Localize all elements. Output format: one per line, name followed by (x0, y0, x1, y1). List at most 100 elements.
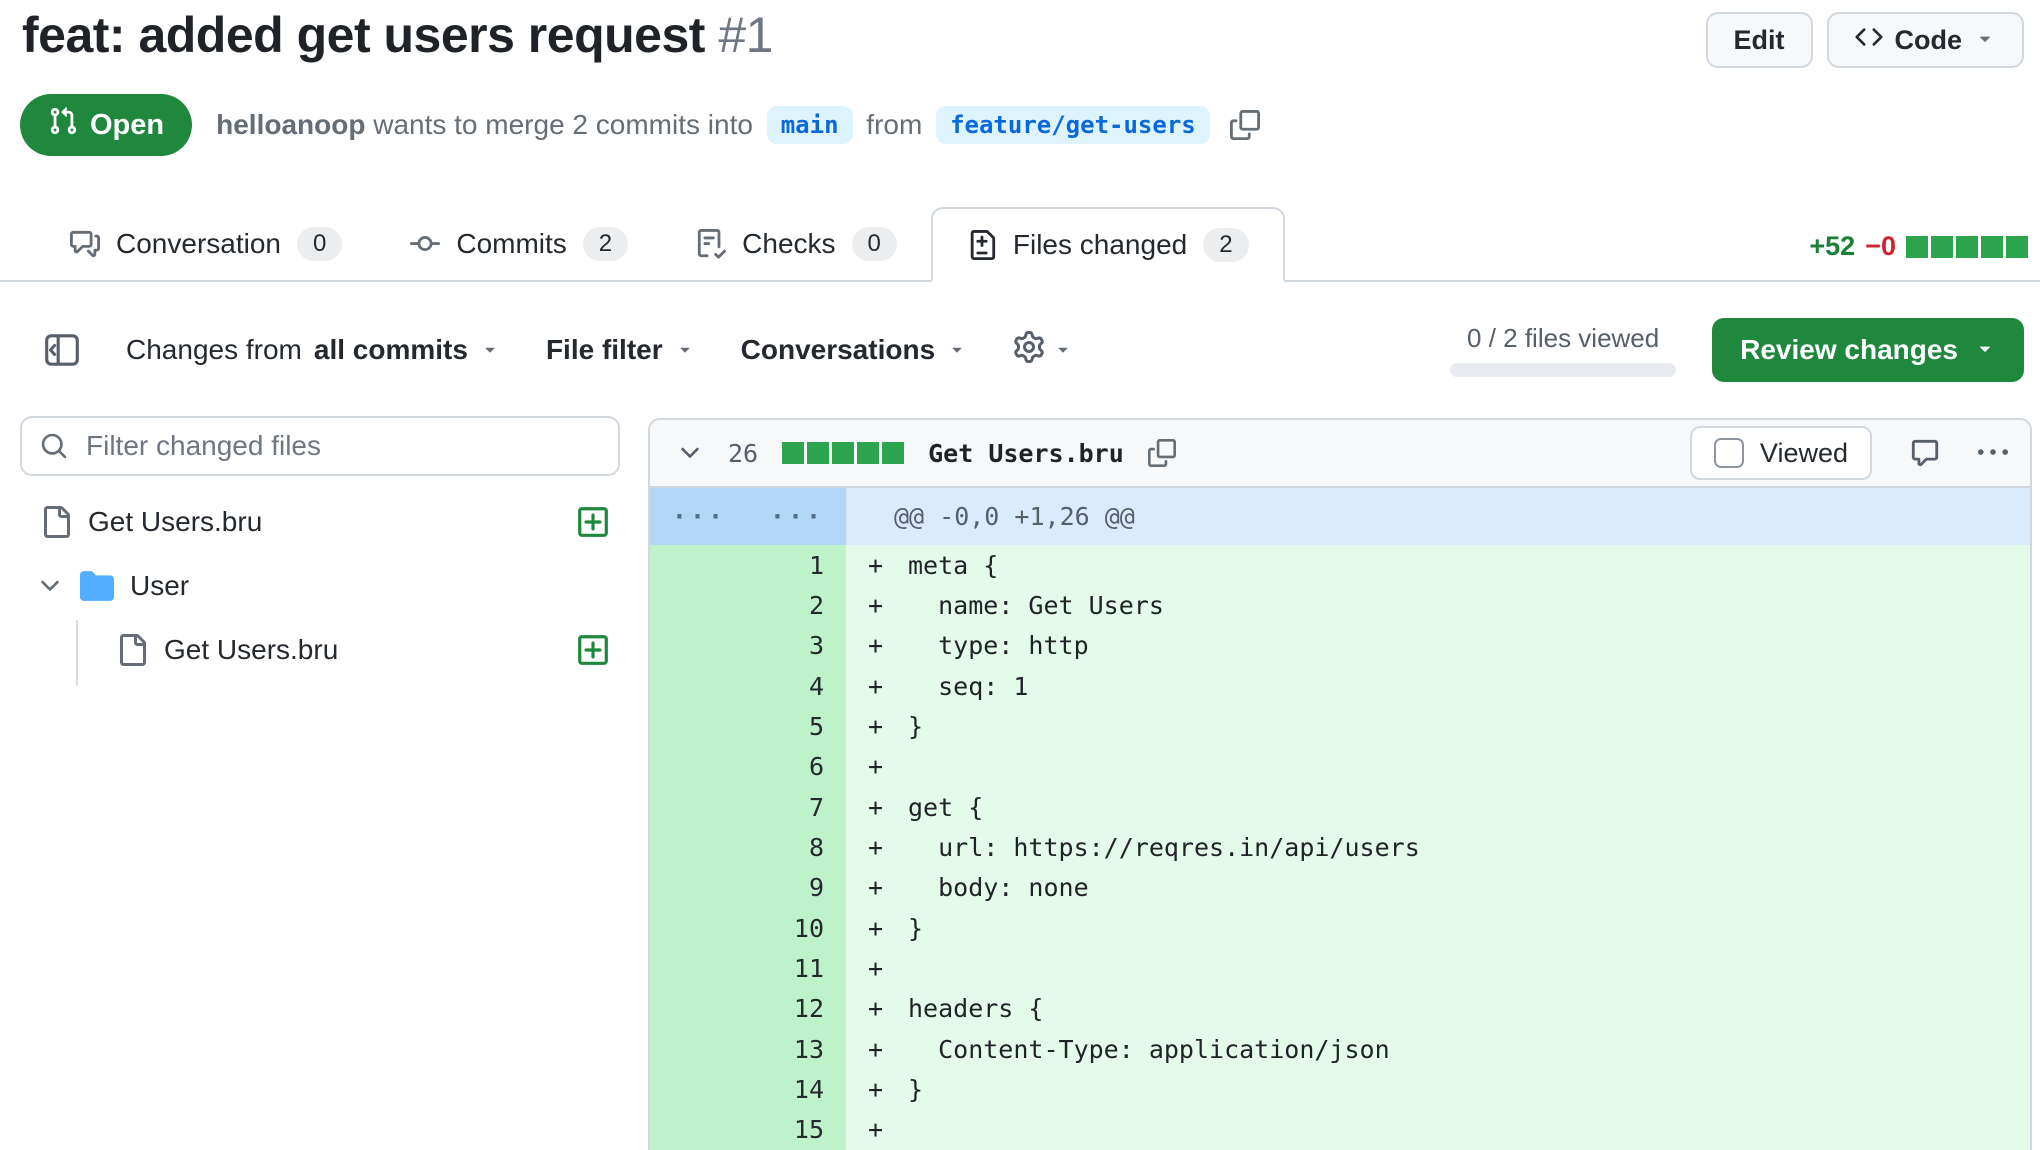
file-tree-sidebar: Get Users.bruUserGet Users.bru (20, 416, 620, 682)
line-code: +meta { (846, 545, 2030, 585)
copy-branch-button[interactable] (1230, 110, 1260, 140)
viewed-toggle-button[interactable]: Viewed (1690, 426, 1872, 480)
line-number[interactable]: 12 (650, 989, 846, 1029)
tab-files-changed[interactable]: Files changed 2 (931, 207, 1285, 282)
file-name-link[interactable]: Get Users.bru (928, 439, 1124, 468)
line-number[interactable]: 13 (650, 1029, 846, 1069)
files-viewed-progress-bar (1450, 363, 1676, 377)
tab-commits[interactable]: Commits2 (376, 207, 662, 280)
file-tree: Get Users.bruUserGet Users.bru (20, 490, 620, 682)
line-number[interactable]: 6 (650, 747, 846, 787)
diff-settings-dropdown[interactable] (1013, 331, 1073, 370)
tab-label: Files changed (1013, 229, 1187, 261)
line-number[interactable]: 2 (650, 585, 846, 625)
chevron-down-icon (1053, 334, 1073, 366)
line-code: + seq: 1 (846, 666, 2030, 706)
code-button-label: Code (1895, 25, 1963, 56)
code-text: seq: 1 (908, 672, 1028, 701)
line-number[interactable]: 3 (650, 626, 846, 666)
header-actions: Edit Code (1706, 12, 2025, 68)
line-code: + url: https://reqres.in/api/users (846, 827, 2030, 867)
tab-count: 0 (852, 227, 897, 261)
tab-count: 2 (1203, 228, 1248, 262)
addition-sign: + (868, 672, 908, 701)
diff-line-added: 7+get { (650, 787, 2030, 827)
line-number[interactable]: 5 (650, 706, 846, 746)
line-code: + type: http (846, 626, 2030, 666)
copy-file-path-button[interactable] (1148, 439, 1176, 467)
filter-box (20, 416, 620, 476)
tab-count: 0 (297, 227, 342, 261)
addition-sign: + (868, 1075, 908, 1104)
code-button[interactable]: Code (1827, 12, 2025, 68)
line-number[interactable]: 11 (650, 948, 846, 988)
comment-discussion-icon (70, 229, 100, 259)
line-code: +get { (846, 787, 2030, 827)
line-number[interactable]: 15 (650, 1110, 846, 1150)
hunk-header-row: ······ @@ -0,0 +1,26 @@ (650, 488, 2030, 545)
line-number[interactable]: 4 (650, 666, 846, 706)
head-branch-link[interactable]: feature/get-users (936, 106, 1210, 144)
chevron-down-icon[interactable] (36, 572, 64, 600)
conversations-dropdown[interactable]: Conversations (741, 334, 968, 366)
tree-item-name: Get Users.bru (164, 634, 338, 666)
pr-title-text: feat: added get users request (22, 7, 705, 63)
status-badge: Open (20, 94, 192, 156)
addition-sign: + (868, 752, 908, 781)
collapse-sidebar-button[interactable] (44, 332, 80, 368)
tab-checks[interactable]: Checks0 (662, 207, 931, 280)
review-changes-button[interactable]: Review changes (1712, 318, 2024, 382)
files-viewed-label: 0 / 2 files viewed (1467, 323, 1659, 354)
diffstat-block (807, 442, 829, 464)
viewed-checkbox[interactable] (1714, 438, 1744, 468)
checklist-icon (696, 229, 726, 259)
line-number[interactable]: 1 (650, 545, 846, 585)
line-code: +} (846, 1069, 2030, 1109)
viewed-label: Viewed (1760, 438, 1848, 469)
conversations-label: Conversations (741, 334, 936, 366)
collapse-file-button[interactable] (676, 439, 704, 467)
line-number[interactable]: 7 (650, 787, 846, 827)
tree-file-get-users-bru[interactable]: Get Users.bru (20, 618, 620, 682)
line-number[interactable]: 9 (650, 868, 846, 908)
line-code: +} (846, 706, 2030, 746)
toolbar-right: 0 / 2 files viewed Review changes (1450, 318, 2024, 382)
diffstat[interactable]: +52 −0 (1809, 231, 2028, 262)
comment-icon[interactable] (1910, 438, 1940, 468)
file-filter-dropdown[interactable]: File filter (546, 334, 695, 366)
line-number[interactable]: 14 (650, 1069, 846, 1109)
line-code: + (846, 948, 2030, 988)
chevron-down-icon (1974, 334, 1996, 366)
tab-conversation[interactable]: Conversation 0 (36, 207, 376, 280)
addition-sign: + (868, 914, 908, 943)
chevron-down-icon (947, 334, 967, 366)
line-code: +} (846, 908, 2030, 948)
code-text: headers { (908, 994, 1043, 1023)
status-badge-label: Open (90, 109, 164, 142)
diff-added-icon (576, 505, 610, 539)
addition-sign: + (868, 1115, 908, 1144)
pr-title: feat: added get users request #1 (22, 6, 773, 64)
tab-label: Conversation (116, 228, 281, 260)
edit-button-label: Edit (1734, 25, 1785, 56)
diff-line-added: 12+headers { (650, 989, 2030, 1029)
hunk-ellipsis: ··· (650, 488, 748, 545)
base-branch-link[interactable]: main (767, 106, 853, 144)
code-text: meta { (908, 551, 998, 580)
tree-folder-user[interactable]: User (20, 554, 620, 618)
diff-line-added: 10+} (650, 908, 2030, 948)
author-link[interactable]: helloanoop (216, 109, 365, 141)
gear-icon (1013, 331, 1045, 370)
tree-file-get-users-bru[interactable]: Get Users.bru (20, 490, 620, 554)
file-icon (116, 634, 148, 666)
line-number[interactable]: 10 (650, 908, 846, 948)
addition-sign: + (868, 631, 908, 660)
file-diff-icon (967, 230, 997, 260)
line-number[interactable]: 8 (650, 827, 846, 867)
filter-changed-files-input[interactable] (20, 416, 620, 476)
edit-button[interactable]: Edit (1706, 12, 1813, 68)
kebab-menu-icon[interactable] (1978, 438, 2008, 468)
diff-line-added: 11+ (650, 948, 2030, 988)
changes-from-dropdown[interactable]: Changes from all commits (126, 334, 500, 366)
code-icon (1855, 23, 1883, 58)
